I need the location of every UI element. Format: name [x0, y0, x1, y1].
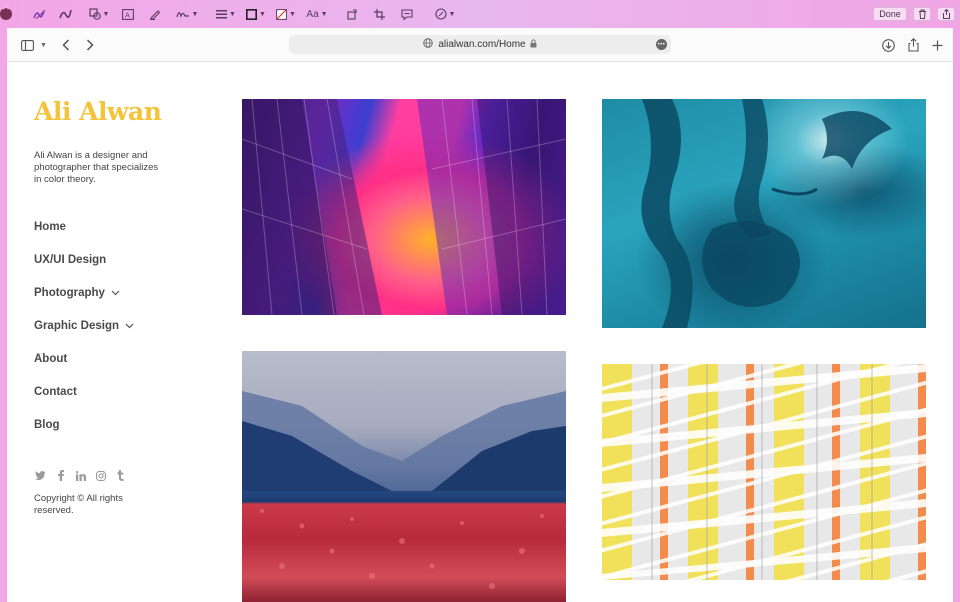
- draw-tool-icon[interactable]: [58, 5, 74, 23]
- photo-water-reflection[interactable]: [602, 99, 926, 328]
- photo-mountains-red-field[interactable]: [242, 351, 566, 602]
- annotate-icon[interactable]: ▼: [433, 5, 457, 23]
- nav-item-label: Photography: [34, 287, 105, 299]
- back-icon[interactable]: [60, 37, 72, 53]
- fill-color-icon[interactable]: ▼: [275, 5, 297, 23]
- text-style-label: Aa: [306, 8, 319, 20]
- linkedin-icon[interactable]: [75, 470, 86, 481]
- border-color-icon[interactable]: ▼: [245, 5, 267, 23]
- browser-window: ▼ alialwan.com/Home ••• Ali Alwan Ali Al…: [7, 28, 953, 602]
- downloads-icon[interactable]: [881, 37, 895, 53]
- note-icon[interactable]: [400, 5, 414, 23]
- highlight-tool-icon[interactable]: [147, 5, 163, 23]
- nav-item-about[interactable]: About: [34, 353, 67, 365]
- instagram-icon[interactable]: [95, 470, 106, 481]
- nav-item-blog[interactable]: Blog: [34, 419, 60, 431]
- share-icon[interactable]: [937, 7, 955, 21]
- lock-icon: [530, 38, 537, 51]
- site-tagline: Ali Alwan is a designer and photographer…: [34, 150, 159, 185]
- svg-text:A: A: [125, 11, 130, 19]
- page-menu-icon[interactable]: •••: [656, 39, 667, 50]
- tumblr-icon[interactable]: [115, 470, 126, 481]
- new-tab-icon[interactable]: [930, 37, 944, 53]
- nav-item-home[interactable]: Home: [34, 221, 66, 233]
- forward-icon[interactable]: [84, 37, 96, 53]
- markup-toolbar: ▼ A ▼ ▼ ▼ ▼ Aa ▼ ▼ Done: [0, 0, 960, 28]
- sketch-tool-icon[interactable]: [32, 5, 48, 23]
- address-url: alialwan.com/Home: [438, 39, 526, 50]
- line-style-icon[interactable]: ▼: [215, 5, 237, 23]
- nav-item-label: Contact: [34, 386, 77, 398]
- photo-building-balconies[interactable]: [602, 364, 926, 580]
- close-markup-button[interactable]: [0, 8, 12, 20]
- photo-buildings-pink-sky[interactable]: [242, 99, 566, 315]
- nav-item-ux-ui-design[interactable]: UX/UI Design: [34, 254, 106, 266]
- nav-item-label: UX/UI Design: [34, 254, 107, 266]
- site-title[interactable]: Ali Alwan: [34, 97, 162, 126]
- address-bar[interactable]: alialwan.com/Home •••: [289, 35, 671, 54]
- nav-item-graphic-design[interactable]: Graphic Design: [34, 320, 134, 332]
- browser-toolbar: ▼ alialwan.com/Home •••: [7, 28, 953, 62]
- shapes-tool-icon[interactable]: ▼: [87, 5, 111, 23]
- signature-tool-icon[interactable]: ▼: [175, 5, 199, 23]
- done-button[interactable]: Done: [873, 7, 907, 21]
- nav-item-label: Blog: [34, 419, 60, 431]
- text-box-icon[interactable]: A: [120, 5, 136, 23]
- share-page-icon[interactable]: [906, 37, 920, 53]
- text-style-button[interactable]: Aa ▼: [306, 5, 328, 23]
- nav-item-label: Graphic Design: [34, 320, 119, 332]
- nav-item-contact[interactable]: Contact: [34, 386, 77, 398]
- rotate-icon[interactable]: [345, 5, 359, 23]
- social-links: [35, 470, 126, 481]
- trash-icon[interactable]: [913, 7, 931, 21]
- nav-item-label: About: [34, 353, 68, 365]
- copyright-text: Copyright © All rights reserved.: [34, 493, 123, 516]
- chevron-down-icon[interactable]: [111, 287, 120, 299]
- facebook-icon[interactable]: [55, 470, 66, 481]
- twitter-icon[interactable]: [35, 470, 46, 481]
- crop-icon[interactable]: [372, 5, 386, 23]
- nav-item-photography[interactable]: Photography: [34, 287, 120, 299]
- chevron-down-icon[interactable]: [125, 320, 134, 332]
- sidebar-toggle-icon[interactable]: ▼: [19, 37, 49, 53]
- globe-icon: [423, 38, 434, 51]
- nav-item-label: Home: [34, 221, 66, 233]
